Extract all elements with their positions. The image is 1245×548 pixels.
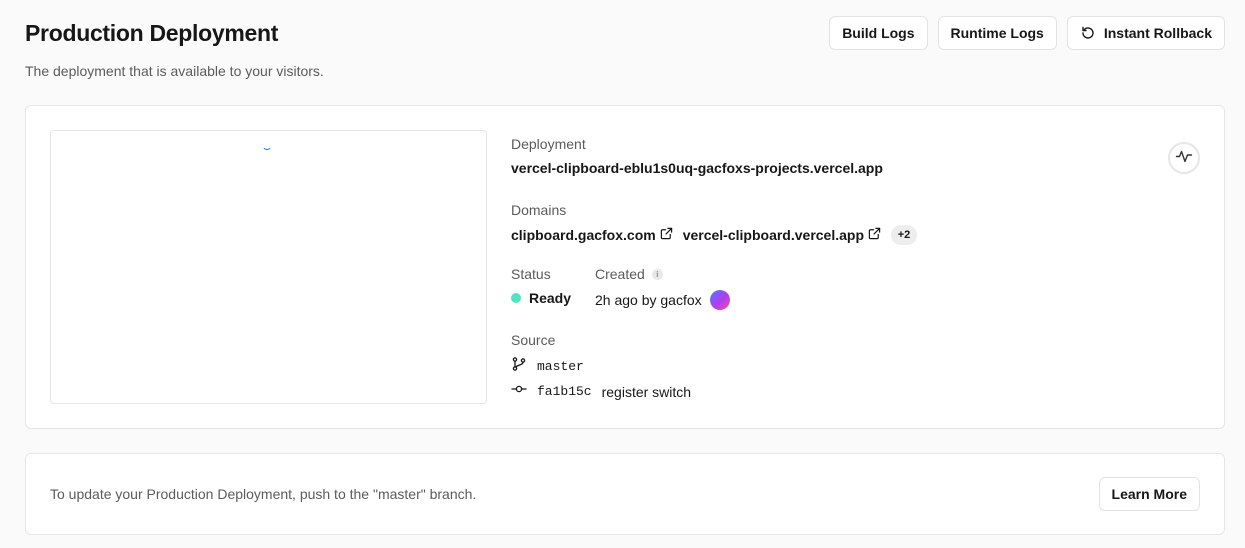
domain-primary-text: clipboard.gacfox.com xyxy=(511,227,656,243)
runtime-logs-label: Runtime Logs xyxy=(950,25,1044,41)
domain-link-primary[interactable]: clipboard.gacfox.com xyxy=(511,227,673,243)
git-commit-icon xyxy=(511,381,527,402)
status-text: Ready xyxy=(529,290,572,306)
status-label: Status xyxy=(511,266,551,282)
deployment-url-link[interactable]: vercel-clipboard-eblu1s0uq-gacfoxs-proje… xyxy=(511,160,883,176)
external-link-icon xyxy=(868,227,881,243)
source-branch: master xyxy=(511,356,584,377)
status-indicator-dot xyxy=(511,293,521,303)
created-label: Created xyxy=(595,266,645,282)
instant-rollback-button[interactable]: Instant Rollback xyxy=(1066,16,1225,50)
source-label: Source xyxy=(511,332,556,348)
branch-link[interactable]: master xyxy=(537,359,584,374)
footer-card: To update your Production Deployment, pu… xyxy=(25,453,1225,535)
footer-text: To update your Production Deployment, pu… xyxy=(50,486,477,502)
rollback-icon xyxy=(1080,25,1096,41)
loading-spinner-icon xyxy=(262,140,272,150)
created-value: 2h ago by gacfox xyxy=(595,290,730,310)
deployment-info: Deployment vercel-clipboard-eblu1s0uq-ga… xyxy=(511,136,918,400)
domain-link-secondary[interactable]: vercel-clipboard.vercel.app xyxy=(683,227,881,243)
page-subtitle: The deployment that is available to your… xyxy=(25,63,324,79)
domain-secondary-text: vercel-clipboard.vercel.app xyxy=(682,227,865,243)
runtime-logs-button[interactable]: Runtime Logs xyxy=(937,16,1057,50)
build-logs-label: Build Logs xyxy=(842,25,915,41)
info-icon[interactable]: i xyxy=(651,268,663,280)
deployment-preview[interactable] xyxy=(50,130,487,404)
learn-more-button[interactable]: Learn More xyxy=(1098,477,1200,511)
commit-message-link[interactable]: register switch xyxy=(602,384,691,400)
deployment-card: Deployment vercel-clipboard-eblu1s0uq-ga… xyxy=(25,105,1225,429)
git-branch-icon xyxy=(511,356,527,377)
created-text: 2h ago by gacfox xyxy=(595,292,702,308)
instant-rollback-label: Instant Rollback xyxy=(1103,25,1212,41)
production-deployment-page: Production Deployment The deployment tha… xyxy=(0,0,1245,548)
page-title: Production Deployment xyxy=(25,20,279,46)
build-logs-button[interactable]: Build Logs xyxy=(829,16,928,50)
learn-more-label: Learn More xyxy=(1111,486,1187,502)
commit-hash-link[interactable]: fa1b15c xyxy=(537,384,592,399)
activity-icon xyxy=(1175,147,1193,170)
deployment-label: Deployment xyxy=(511,136,586,152)
created-label-group: Created i xyxy=(595,266,663,282)
header-actions: Build Logs Runtime Logs Instant Rollback xyxy=(829,16,1225,50)
domains-label: Domains xyxy=(511,202,567,218)
activity-button[interactable] xyxy=(1168,142,1200,174)
avatar[interactable] xyxy=(709,290,730,310)
domains-list: clipboard.gacfox.com vercel-clipboard.ve… xyxy=(511,225,918,245)
more-domains-badge[interactable]: +2 xyxy=(891,225,918,245)
external-link-icon xyxy=(660,227,673,243)
status-value: Ready xyxy=(511,290,571,306)
source-commit: fa1b15c register switch xyxy=(511,381,691,402)
